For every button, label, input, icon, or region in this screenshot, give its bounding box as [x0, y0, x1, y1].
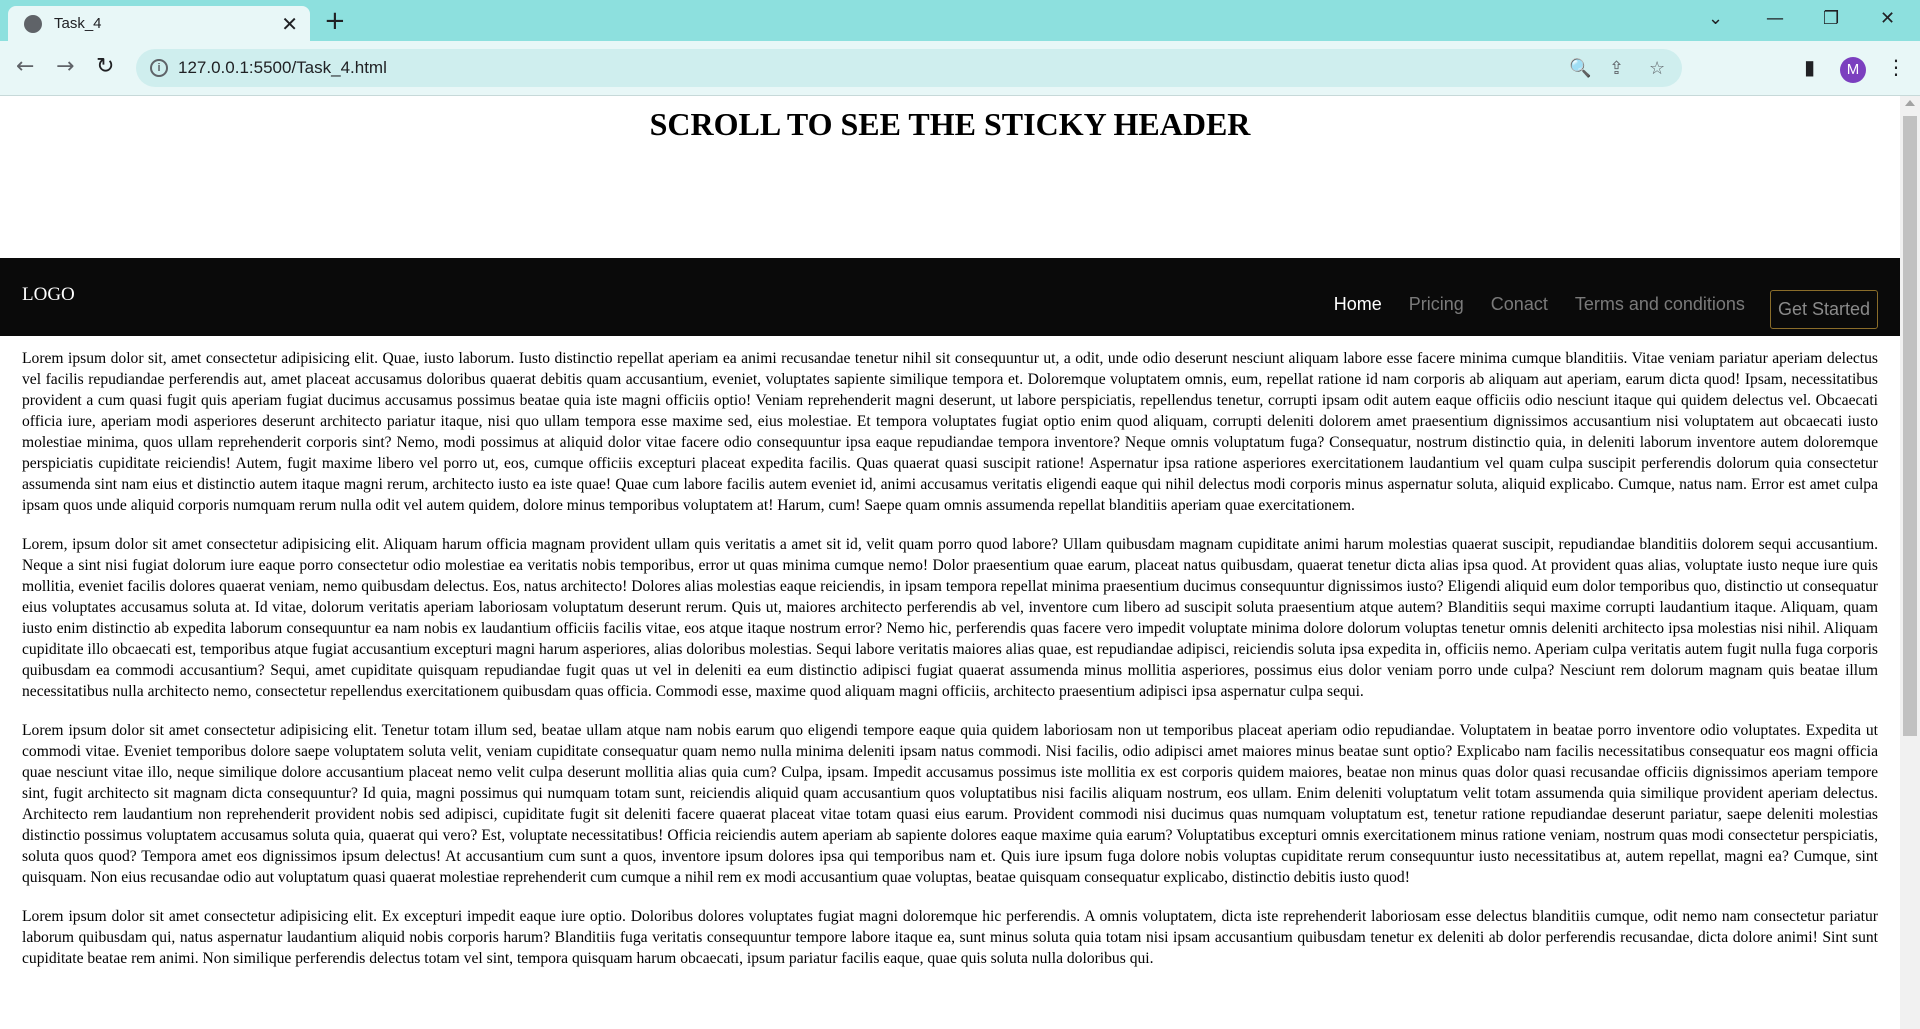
url-text[interactable]: 127.0.0.1:5500/Task_4.html: [178, 58, 387, 78]
forward-arrow-icon[interactable]: →: [56, 55, 74, 79]
page-title: SCROLL TO SEE THE STICKY HEADER: [649, 106, 1251, 142]
browser-tab[interactable]: Task_4 ✕: [8, 6, 310, 41]
back-arrow-icon[interactable]: ←: [16, 55, 34, 79]
window-close-icon[interactable]: ✕: [1880, 8, 1895, 30]
profile-avatar[interactable]: M: [1840, 57, 1866, 83]
vertical-scrollbar[interactable]: [1900, 96, 1920, 1029]
zoom-icon[interactable]: 🔍: [1569, 58, 1591, 79]
nav-terms[interactable]: Terms and conditions: [1575, 294, 1745, 315]
side-panel-icon[interactable]: ▮: [1804, 55, 1815, 79]
site-info-icon[interactable]: i: [150, 59, 168, 77]
nav-contact[interactable]: Conact: [1491, 294, 1548, 315]
browser-menu-icon[interactable]: ⋮: [1886, 55, 1906, 79]
address-bar[interactable]: i 127.0.0.1:5500/Task_4.html 🔍 ⇪ ☆: [136, 49, 1682, 87]
browser-tab-strip: Task_4 ✕ + ⌄ — ❐ ✕: [0, 0, 1920, 41]
nav-pricing[interactable]: Pricing: [1409, 294, 1464, 315]
restore-icon[interactable]: ❐: [1823, 8, 1839, 30]
new-tab-button[interactable]: +: [324, 8, 346, 34]
scroll-up-arrow-icon[interactable]: [1905, 100, 1915, 106]
page-viewport: SCROLL TO SEE THE STICKY HEADER LOGO Hom…: [0, 96, 1900, 1029]
main-nav: Home Pricing Conact Terms and conditions…: [1307, 280, 1900, 329]
globe-icon: [24, 14, 42, 33]
bookmark-star-icon[interactable]: ☆: [1649, 58, 1665, 79]
tab-close-icon[interactable]: ✕: [281, 14, 298, 34]
get-started-button[interactable]: Get Started: [1769, 290, 1878, 329]
tab-title: Task_4: [54, 15, 102, 32]
nav-home[interactable]: Home: [1334, 294, 1382, 315]
paragraph-3: Lorem ipsum dolor sit amet consectetur a…: [22, 722, 1878, 886]
reload-icon[interactable]: ↻: [96, 55, 114, 79]
paragraph-1: Lorem ipsum dolor sit, amet consectetur …: [22, 350, 1878, 514]
sticky-header: LOGO Home Pricing Conact Terms and condi…: [0, 258, 1900, 336]
scrollbar-thumb[interactable]: [1903, 116, 1917, 736]
browser-toolbar: ← → ↻ i 127.0.0.1:5500/Task_4.html 🔍 ⇪ ☆…: [0, 41, 1920, 96]
paragraph-2: Lorem, ipsum dolor sit amet consectetur …: [22, 536, 1878, 700]
paragraph-4: Lorem ipsum dolor sit amet consectetur a…: [22, 908, 1878, 967]
minimize-icon[interactable]: —: [1766, 8, 1784, 30]
page-content: Lorem ipsum dolor sit, amet consectetur …: [22, 348, 1878, 987]
logo[interactable]: LOGO: [22, 284, 75, 306]
tab-search-chevron-icon[interactable]: ⌄: [1708, 8, 1723, 30]
share-icon[interactable]: ⇪: [1609, 58, 1624, 79]
